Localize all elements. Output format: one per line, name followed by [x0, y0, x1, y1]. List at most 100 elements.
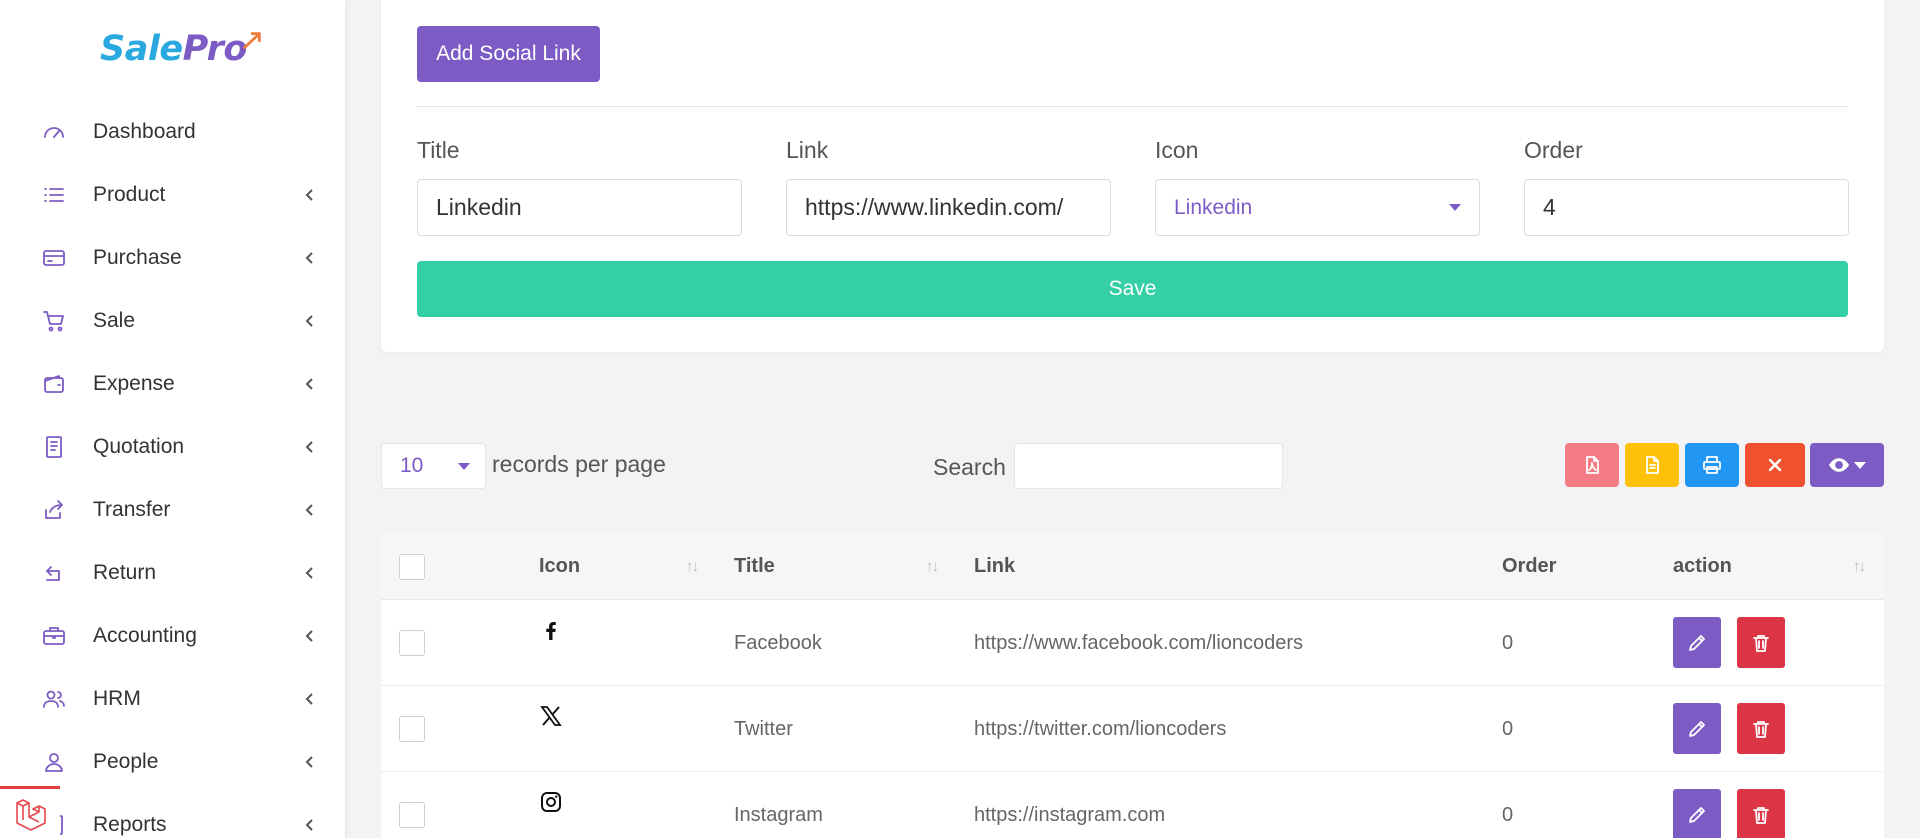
column-header-action[interactable]: action — [1673, 533, 1732, 600]
user-icon — [42, 750, 66, 774]
table-row: Twitter https://twitter.com/lioncoders 0 — [381, 686, 1884, 772]
records-per-page-select[interactable]: 10 — [381, 443, 486, 489]
sidebar-item-accounting[interactable]: Accounting — [0, 604, 345, 667]
column-header-link[interactable]: Link — [974, 533, 1015, 600]
laravel-icon — [16, 798, 46, 831]
select-all-checkbox[interactable] — [399, 553, 425, 580]
row-order: 0 — [1502, 803, 1514, 826]
order-input[interactable]: 4 — [1524, 179, 1849, 236]
credit-card-icon — [42, 246, 66, 270]
sidebar-item-purchase[interactable]: Purchase — [0, 226, 345, 289]
records-per-page-label: records per page — [492, 451, 666, 477]
x-twitter-icon — [539, 704, 563, 728]
logo-text: SalePro — [100, 29, 247, 69]
cart-icon — [42, 309, 66, 333]
row-title: Facebook — [734, 631, 822, 654]
row-link: https://instagram.com — [974, 803, 1166, 826]
sidebar-item-hrm[interactable]: HRM — [0, 667, 345, 730]
row-order: 0 — [1502, 717, 1514, 740]
row-checkbox[interactable] — [399, 802, 425, 828]
table-row: Instagram https://instagram.com 0 — [381, 772, 1884, 838]
eye-icon — [1829, 458, 1849, 472]
row-select-cell — [399, 600, 425, 686]
search-label: Search — [933, 454, 1006, 480]
sort-icon[interactable]: ↑↓ — [926, 533, 939, 600]
caret-down-icon — [1854, 461, 1866, 469]
sidebar: SalePro Dashboard Product Purchase Sale … — [0, 0, 345, 838]
sidebar-item-quotation[interactable]: Quotation — [0, 415, 345, 478]
edit-button[interactable] — [1673, 789, 1721, 838]
return-icon — [42, 561, 66, 585]
column-header-icon[interactable]: Icon — [539, 533, 580, 600]
pdf-icon — [1586, 456, 1599, 474]
edit-button[interactable] — [1673, 617, 1721, 668]
delete-button[interactable] — [1737, 617, 1785, 668]
chevron-left-icon — [303, 377, 317, 391]
sort-icon[interactable]: ↑↓ — [686, 533, 699, 600]
sidebar-item-expense[interactable]: Expense — [0, 352, 345, 415]
sidebar-item-label: Expense — [93, 371, 175, 395]
row-link: https://twitter.com/lioncoders — [974, 717, 1227, 740]
row-checkbox[interactable] — [399, 716, 425, 742]
briefcase-icon — [42, 624, 66, 648]
sort-icon[interactable]: ↑↓ — [1853, 533, 1866, 600]
sidebar-item-transfer[interactable]: Transfer — [0, 478, 345, 541]
print-button[interactable] — [1685, 443, 1739, 487]
pdf-export-button[interactable] — [1565, 443, 1619, 487]
table-header: Icon ↑↓ Title ↑↓ Link Order action ↑↓ — [381, 533, 1884, 600]
laravel-debug-badge[interactable] — [0, 786, 60, 838]
select-all-cell — [399, 533, 425, 600]
order-label: Order — [1524, 137, 1583, 163]
social-link-form-card: Add Social Link Title Linkedin Link http… — [381, 0, 1884, 352]
sidebar-item-product[interactable]: Product — [0, 163, 345, 226]
delete-button[interactable] — [1737, 789, 1785, 838]
delete-selected-button[interactable] — [1745, 443, 1805, 487]
trash-icon — [1753, 634, 1769, 652]
chevron-left-icon — [303, 755, 317, 769]
column-visibility-button[interactable] — [1810, 443, 1884, 487]
title-input[interactable]: Linkedin — [417, 179, 742, 236]
edit-button[interactable] — [1673, 703, 1721, 754]
add-social-link-button[interactable]: Add Social Link — [417, 26, 600, 82]
row-select-cell — [399, 772, 425, 838]
sidebar-item-label: Purchase — [93, 245, 182, 269]
trash-icon — [1753, 806, 1769, 824]
chevron-left-icon — [303, 188, 317, 202]
sidebar-item-sale[interactable]: Sale — [0, 289, 345, 352]
save-button[interactable]: Save — [417, 261, 1848, 317]
sidebar-item-label: Dashboard — [93, 119, 196, 143]
row-order: 0 — [1502, 631, 1514, 654]
print-icon — [1703, 456, 1721, 474]
csv-export-button[interactable] — [1625, 443, 1679, 487]
icon-select[interactable]: Linkedin — [1155, 179, 1480, 236]
sidebar-item-dashboard[interactable]: Dashboard — [0, 100, 345, 163]
wallet-icon — [42, 372, 66, 396]
chevron-left-icon — [303, 503, 317, 517]
pencil-icon — [1689, 720, 1705, 737]
table-row: Facebook https://www.facebook.com/lionco… — [381, 600, 1884, 686]
logo-arrow-icon — [242, 32, 261, 50]
sidebar-nav: Dashboard Product Purchase Sale Expense … — [0, 100, 345, 838]
link-input[interactable]: https://www.linkedin.com/ — [786, 179, 1111, 236]
dashboard-icon — [42, 120, 66, 144]
column-header-order[interactable]: Order — [1502, 533, 1556, 600]
order-field: Order 4 — [1524, 138, 1849, 236]
sidebar-item-label: HRM — [93, 686, 141, 710]
title-label: Title — [417, 137, 460, 163]
delete-button[interactable] — [1737, 703, 1785, 754]
share-icon — [42, 498, 66, 522]
search-input[interactable] — [1014, 443, 1283, 489]
row-checkbox[interactable] — [399, 630, 425, 656]
chevron-left-icon — [303, 818, 317, 832]
sidebar-item-label: Reports — [93, 812, 167, 836]
sidebar-item-label: Sale — [93, 308, 136, 332]
per-page-value: 10 — [400, 454, 424, 477]
sidebar-item-label: Return — [93, 560, 157, 584]
sidebar-item-label: Accounting — [93, 623, 197, 647]
chevron-left-icon — [303, 440, 317, 454]
instagram-icon — [539, 790, 563, 814]
sidebar-item-return[interactable]: Return — [0, 541, 345, 604]
column-header-title[interactable]: Title — [734, 533, 775, 600]
sidebar-item-people[interactable]: People — [0, 730, 345, 793]
logo[interactable]: SalePro — [100, 26, 263, 72]
